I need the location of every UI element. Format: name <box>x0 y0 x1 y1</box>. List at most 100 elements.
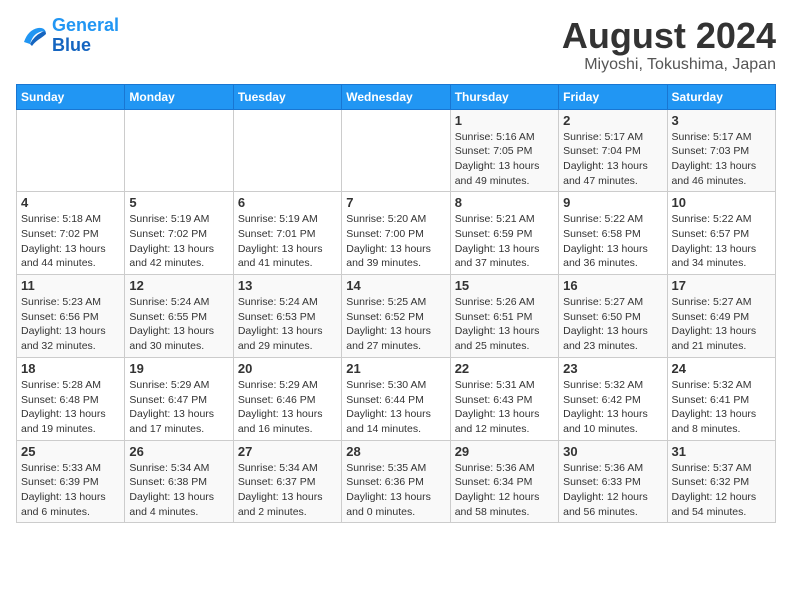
calendar-cell: 14 Sunrise: 5:25 AM Sunset: 6:52 PM Dayli… <box>342 275 450 358</box>
day-number: 12 <box>129 278 228 293</box>
day-info: Sunrise: 5:36 AM Sunset: 6:33 PM Dayligh… <box>563 461 662 520</box>
day-info: Sunrise: 5:32 AM Sunset: 6:42 PM Dayligh… <box>563 378 662 437</box>
day-number: 25 <box>21 444 120 459</box>
day-number: 31 <box>672 444 771 459</box>
weekday-header-friday: Friday <box>559 84 667 109</box>
day-info: Sunrise: 5:35 AM Sunset: 6:36 PM Dayligh… <box>346 461 445 520</box>
day-info: Sunrise: 5:18 AM Sunset: 7:02 PM Dayligh… <box>21 212 120 271</box>
calendar-cell: 19Sunrise: 5:29 AM Sunset: 6:47 PM Dayli… <box>125 357 233 440</box>
day-info: Sunrise: 5:22 AM Sunset: 6:57 PM Dayligh… <box>672 212 771 271</box>
day-info: Sunrise: 5:36 AM Sunset: 6:34 PM Dayligh… <box>455 461 554 520</box>
day-info: Sunrise: 5:26 AM Sunset: 6:51 PM Dayligh… <box>455 295 554 354</box>
day-info: Sunrise: 5:23 AM Sunset: 6:56 PM Dayligh… <box>21 295 120 354</box>
calendar-body: 1Sunrise: 5:16 AM Sunset: 7:05 PM Daylig… <box>17 109 776 523</box>
calendar-title: August 2024 <box>562 16 776 56</box>
calendar-cell: 18 Sunrise: 5:28 AM Sunset: 6:48 PM Dayli… <box>17 357 125 440</box>
day-info: Sunrise: 5:24 AM Sunset: 6:53 PM Dayligh… <box>238 295 337 354</box>
day-number: 7 <box>346 195 445 210</box>
weekday-header-monday: Monday <box>125 84 233 109</box>
calendar-cell <box>342 109 450 192</box>
calendar-cell: 23 Sunrise: 5:32 AM Sunset: 6:42 PM Dayli… <box>559 357 667 440</box>
calendar-cell: 4 Sunrise: 5:18 AM Sunset: 7:02 PM Daylig… <box>17 192 125 275</box>
calendar-cell: 17 Sunrise: 5:27 AM Sunset: 6:49 PM Dayli… <box>667 275 775 358</box>
calendar-cell: 22 Sunrise: 5:31 AM Sunset: 6:43 PM Dayli… <box>450 357 558 440</box>
day-number: 6 <box>238 195 337 210</box>
calendar-cell <box>125 109 233 192</box>
title-block: August 2024 Miyoshi, Tokushima, Japan <box>562 16 776 74</box>
calendar-cell: 29 Sunrise: 5:36 AM Sunset: 6:34 PM Dayli… <box>450 440 558 523</box>
day-info: Sunrise: 5:19 AM Sunset: 7:01 PM Dayligh… <box>238 212 337 271</box>
logo-text: General Blue <box>52 16 119 56</box>
calendar-cell: 13 Sunrise: 5:24 AM Sunset: 6:53 PM Dayli… <box>233 275 341 358</box>
day-number: 20 <box>238 361 337 376</box>
day-number: 5 <box>129 195 228 210</box>
day-number: 26 <box>129 444 228 459</box>
day-info: Sunrise: 5:30 AM Sunset: 6:44 PM Dayligh… <box>346 378 445 437</box>
calendar-cell: 3 Sunrise: 5:17 AM Sunset: 7:03 PM Daylig… <box>667 109 775 192</box>
day-number: 21 <box>346 361 445 376</box>
day-info: Sunrise: 5:28 AM Sunset: 6:48 PM Dayligh… <box>21 378 120 437</box>
calendar-cell: 31 Sunrise: 5:37 AM Sunset: 6:32 PM Dayli… <box>667 440 775 523</box>
weekday-header-tuesday: Tuesday <box>233 84 341 109</box>
calendar-cell: 24Sunrise: 5:32 AM Sunset: 6:41 PM Dayli… <box>667 357 775 440</box>
day-info: Sunrise: 5:33 AM Sunset: 6:39 PM Dayligh… <box>21 461 120 520</box>
day-info: Sunrise: 5:17 AM Sunset: 7:03 PM Dayligh… <box>672 130 771 189</box>
day-number: 4 <box>21 195 120 210</box>
day-info: Sunrise: 5:19 AM Sunset: 7:02 PM Dayligh… <box>129 212 228 271</box>
weekday-header-wednesday: Wednesday <box>342 84 450 109</box>
calendar-cell: 5 Sunrise: 5:19 AM Sunset: 7:02 PM Daylig… <box>125 192 233 275</box>
calendar-week-0: 1Sunrise: 5:16 AM Sunset: 7:05 PM Daylig… <box>17 109 776 192</box>
day-number: 23 <box>563 361 662 376</box>
calendar-subtitle: Miyoshi, Tokushima, Japan <box>562 56 776 74</box>
day-info: Sunrise: 5:37 AM Sunset: 6:32 PM Dayligh… <box>672 461 771 520</box>
page-header: General Blue August 2024 Miyoshi, Tokush… <box>16 16 776 74</box>
day-number: 3 <box>672 113 771 128</box>
day-number: 10 <box>672 195 771 210</box>
calendar-table: SundayMondayTuesdayWednesdayThursdayFrid… <box>16 84 776 524</box>
calendar-cell: 30Sunrise: 5:36 AM Sunset: 6:33 PM Dayli… <box>559 440 667 523</box>
weekday-header-sunday: Sunday <box>17 84 125 109</box>
day-number: 16 <box>563 278 662 293</box>
calendar-cell: 20Sunrise: 5:29 AM Sunset: 6:46 PM Dayli… <box>233 357 341 440</box>
day-number: 8 <box>455 195 554 210</box>
calendar-cell: 11Sunrise: 5:23 AM Sunset: 6:56 PM Dayli… <box>17 275 125 358</box>
calendar-week-1: 4 Sunrise: 5:18 AM Sunset: 7:02 PM Daylig… <box>17 192 776 275</box>
day-number: 19 <box>129 361 228 376</box>
calendar-cell: 21 Sunrise: 5:30 AM Sunset: 6:44 PM Dayli… <box>342 357 450 440</box>
day-info: Sunrise: 5:17 AM Sunset: 7:04 PM Dayligh… <box>563 130 662 189</box>
day-number: 29 <box>455 444 554 459</box>
calendar-cell: 10 Sunrise: 5:22 AM Sunset: 6:57 PM Dayli… <box>667 192 775 275</box>
calendar-cell <box>17 109 125 192</box>
calendar-cell: 25 Sunrise: 5:33 AM Sunset: 6:39 PM Dayli… <box>17 440 125 523</box>
day-number: 18 <box>21 361 120 376</box>
day-number: 22 <box>455 361 554 376</box>
calendar-cell: 7 Sunrise: 5:20 AM Sunset: 7:00 PM Daylig… <box>342 192 450 275</box>
day-number: 27 <box>238 444 337 459</box>
day-info: Sunrise: 5:27 AM Sunset: 6:49 PM Dayligh… <box>672 295 771 354</box>
calendar-cell: 12 Sunrise: 5:24 AM Sunset: 6:55 PM Dayli… <box>125 275 233 358</box>
calendar-cell: 8 Sunrise: 5:21 AM Sunset: 6:59 PM Daylig… <box>450 192 558 275</box>
day-number: 13 <box>238 278 337 293</box>
day-info: Sunrise: 5:31 AM Sunset: 6:43 PM Dayligh… <box>455 378 554 437</box>
day-number: 24 <box>672 361 771 376</box>
day-info: Sunrise: 5:25 AM Sunset: 6:52 PM Dayligh… <box>346 295 445 354</box>
day-info: Sunrise: 5:20 AM Sunset: 7:00 PM Dayligh… <box>346 212 445 271</box>
day-number: 1 <box>455 113 554 128</box>
day-info: Sunrise: 5:34 AM Sunset: 6:37 PM Dayligh… <box>238 461 337 520</box>
calendar-cell: 27 Sunrise: 5:34 AM Sunset: 6:37 PM Dayli… <box>233 440 341 523</box>
calendar-week-2: 11Sunrise: 5:23 AM Sunset: 6:56 PM Dayli… <box>17 275 776 358</box>
day-number: 2 <box>563 113 662 128</box>
calendar-cell: 15Sunrise: 5:26 AM Sunset: 6:51 PM Dayli… <box>450 275 558 358</box>
weekday-header-thursday: Thursday <box>450 84 558 109</box>
logo: General Blue <box>16 16 119 56</box>
calendar-cell: 2 Sunrise: 5:17 AM Sunset: 7:04 PM Daylig… <box>559 109 667 192</box>
logo-icon <box>16 22 48 50</box>
calendar-cell <box>233 109 341 192</box>
calendar-week-3: 18 Sunrise: 5:28 AM Sunset: 6:48 PM Dayli… <box>17 357 776 440</box>
day-number: 17 <box>672 278 771 293</box>
calendar-week-4: 25 Sunrise: 5:33 AM Sunset: 6:39 PM Dayli… <box>17 440 776 523</box>
calendar-cell: 9Sunrise: 5:22 AM Sunset: 6:58 PM Daylig… <box>559 192 667 275</box>
day-number: 14 <box>346 278 445 293</box>
day-info: Sunrise: 5:21 AM Sunset: 6:59 PM Dayligh… <box>455 212 554 271</box>
day-info: Sunrise: 5:24 AM Sunset: 6:55 PM Dayligh… <box>129 295 228 354</box>
